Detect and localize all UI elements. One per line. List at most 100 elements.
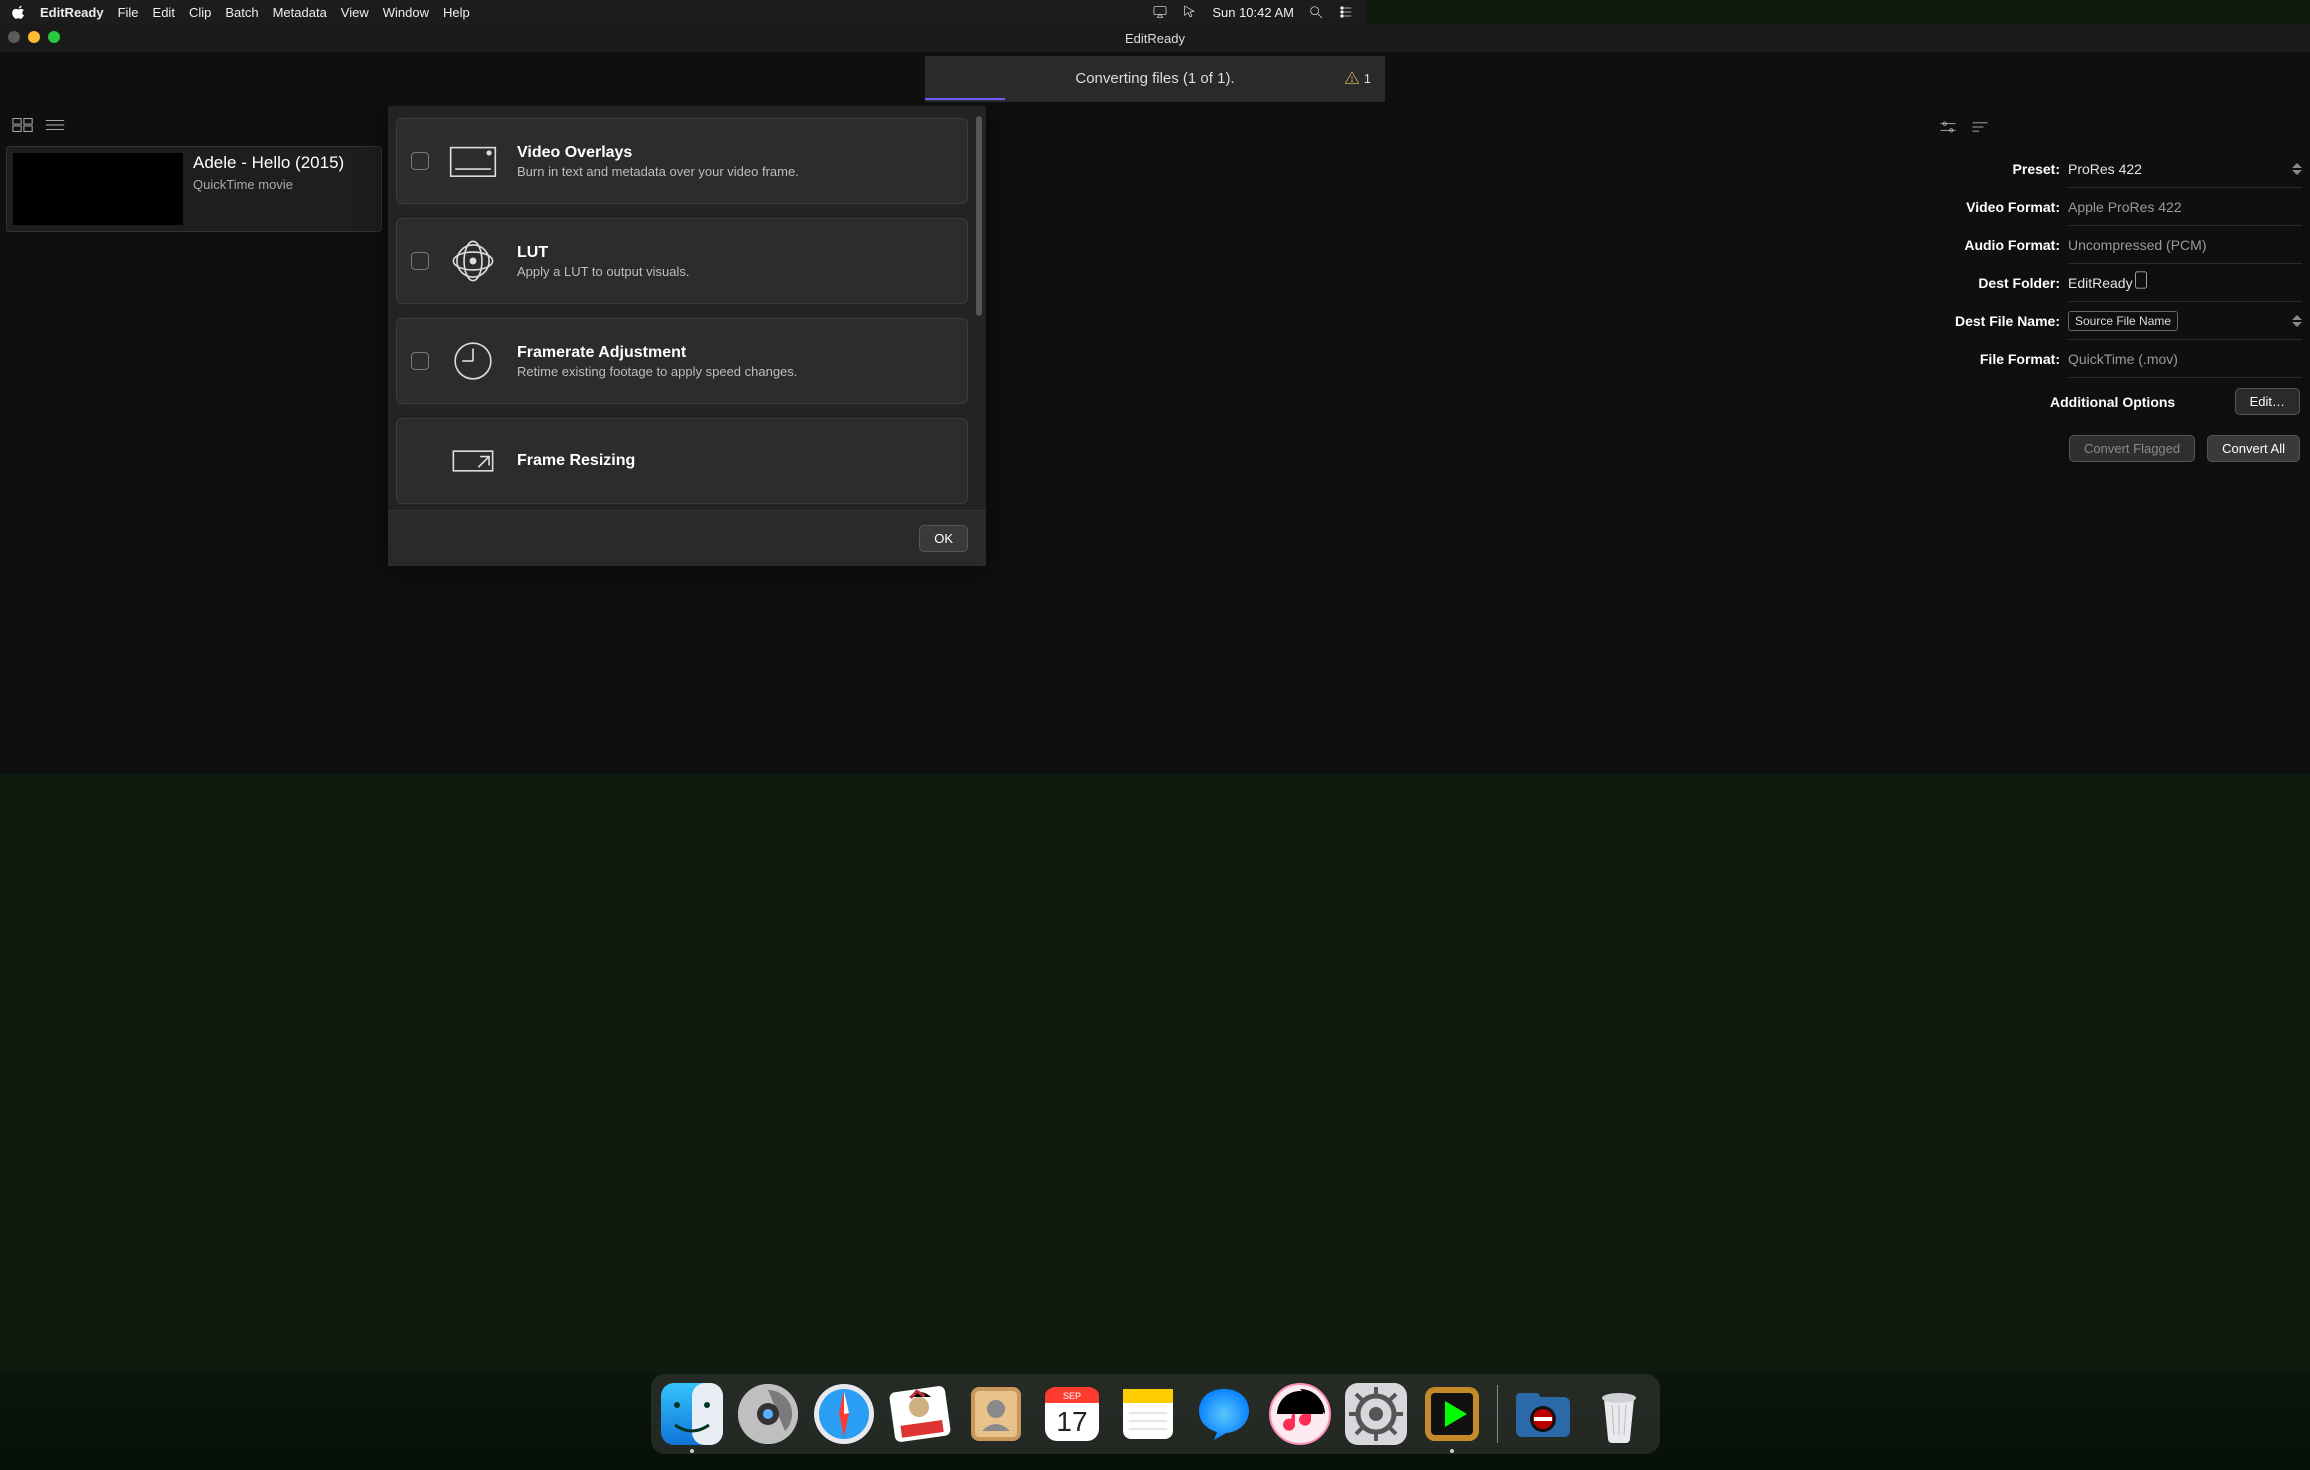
clip-thumbnail bbox=[13, 153, 183, 225]
file-format-label: File Format: bbox=[1938, 351, 2068, 367]
clip-item[interactable]: Adele - Hello (2015) QuickTime movie bbox=[6, 146, 382, 232]
additional-options-label: Additional Options bbox=[2050, 394, 2175, 410]
option-checkbox[interactable] bbox=[411, 352, 429, 370]
filter-icon[interactable] bbox=[1938, 119, 1958, 140]
audio-format-select[interactable]: Uncompressed (PCM) bbox=[2068, 226, 2302, 264]
pointer-icon[interactable] bbox=[1182, 4, 1198, 20]
clip-list-panel: Adele - Hello (2015) QuickTime movie bbox=[0, 106, 388, 774]
option-framerate[interactable]: Framerate Adjustment Retime existing foo… bbox=[396, 318, 968, 404]
dock-trash[interactable] bbox=[1588, 1383, 1650, 1445]
dock-calendar[interactable]: SEP 17 bbox=[1041, 1383, 1103, 1445]
conversion-warning-badge[interactable]: 1 bbox=[1344, 70, 1371, 86]
view-list-icon[interactable] bbox=[44, 117, 66, 138]
dock-editready[interactable] bbox=[1421, 1383, 1483, 1445]
running-indicator bbox=[1450, 1449, 1454, 1453]
option-frame-resizing[interactable]: Frame Resizing bbox=[396, 418, 968, 504]
clip-subtitle: QuickTime movie bbox=[193, 177, 344, 192]
clock-icon bbox=[447, 337, 499, 385]
preset-label: Preset: bbox=[1938, 161, 2068, 177]
view-grid-icon[interactable] bbox=[12, 117, 34, 138]
menubar-clock[interactable]: Sun 10:42 AM bbox=[1212, 5, 1294, 20]
menu-edit[interactable]: Edit bbox=[153, 5, 175, 20]
convert-flagged-button[interactable]: Convert Flagged bbox=[2069, 435, 2195, 462]
menu-metadata[interactable]: Metadata bbox=[273, 5, 327, 20]
option-title: LUT bbox=[517, 244, 689, 262]
conversion-status-tab[interactable]: Converting files (1 of 1). 1 bbox=[925, 56, 1385, 102]
window-zoom-button[interactable] bbox=[48, 31, 60, 43]
dest-folder-label: Dest Folder: bbox=[1938, 275, 2068, 291]
option-checkbox[interactable] bbox=[411, 252, 429, 270]
dock-launchpad[interactable] bbox=[737, 1383, 799, 1445]
dock-folder-app[interactable] bbox=[1512, 1383, 1574, 1445]
lut-icon bbox=[447, 237, 499, 285]
stepper-icon bbox=[2292, 163, 2302, 175]
dock-finder[interactable] bbox=[661, 1383, 723, 1445]
preset-value: ProRes 422 bbox=[2068, 161, 2142, 177]
app-window: EditReady Converting files (1 of 1). 1 bbox=[0, 24, 2310, 774]
option-title: Framerate Adjustment bbox=[517, 344, 797, 362]
device-icon bbox=[2133, 270, 2149, 295]
file-format-select[interactable]: QuickTime (.mov) bbox=[2068, 340, 2302, 378]
svg-text:17: 17 bbox=[1056, 1406, 1087, 1437]
option-lut[interactable]: LUT Apply a LUT to output visuals. bbox=[396, 218, 968, 304]
modal-scrollbar[interactable] bbox=[976, 116, 982, 316]
video-overlay-icon bbox=[447, 137, 499, 185]
sort-icon[interactable] bbox=[1970, 119, 1990, 140]
stepper-icon bbox=[2292, 315, 2302, 327]
macos-dock: SEP 17 bbox=[651, 1374, 1660, 1454]
apple-logo-icon[interactable] bbox=[12, 5, 26, 19]
dest-folder-field[interactable]: EditReady bbox=[2068, 264, 2302, 302]
settings-panel: Preset: ProRes 422 Video Format: Apple P… bbox=[1930, 106, 2310, 774]
menu-help[interactable]: Help bbox=[443, 5, 470, 20]
window-minimize-button[interactable] bbox=[28, 31, 40, 43]
audio-format-value: Uncompressed (PCM) bbox=[2068, 237, 2206, 253]
dock-safari[interactable] bbox=[813, 1383, 875, 1445]
video-format-label: Video Format: bbox=[1938, 199, 2068, 215]
conversion-status-text: Converting files (1 of 1). bbox=[1075, 70, 1234, 87]
option-desc: Apply a LUT to output visuals. bbox=[517, 264, 689, 279]
option-title: Frame Resizing bbox=[517, 452, 635, 470]
macos-menubar: EditReady File Edit Clip Batch Metadata … bbox=[0, 0, 1366, 24]
dock-mail[interactable] bbox=[889, 1383, 951, 1445]
ok-button[interactable]: OK bbox=[919, 525, 968, 552]
window-close-button[interactable] bbox=[8, 31, 20, 43]
dock-notes[interactable] bbox=[1117, 1383, 1179, 1445]
desktop-background: SEP 17 bbox=[0, 1374, 2310, 1470]
option-desc: Retime existing footage to apply speed c… bbox=[517, 364, 797, 379]
window-titlebar: EditReady bbox=[0, 24, 2310, 52]
clip-title: Adele - Hello (2015) bbox=[193, 153, 344, 173]
video-format-value: Apple ProRes 422 bbox=[2068, 199, 2182, 215]
dock-system-settings[interactable] bbox=[1345, 1383, 1407, 1445]
control-center-icon[interactable] bbox=[1338, 4, 1354, 20]
menubar-app-name[interactable]: EditReady bbox=[40, 5, 104, 20]
additional-options-modal: Video Overlays Burn in text and metadata… bbox=[388, 106, 986, 566]
dock-contacts[interactable] bbox=[965, 1383, 1027, 1445]
menu-file[interactable]: File bbox=[118, 5, 139, 20]
menu-window[interactable]: Window bbox=[383, 5, 429, 20]
option-title: Video Overlays bbox=[517, 144, 799, 162]
video-format-select[interactable]: Apple ProRes 422 bbox=[2068, 188, 2302, 226]
audio-format-label: Audio Format: bbox=[1938, 237, 2068, 253]
menu-clip[interactable]: Clip bbox=[189, 5, 211, 20]
dock-separator bbox=[1497, 1385, 1498, 1443]
svg-text:SEP: SEP bbox=[1062, 1391, 1080, 1401]
dest-filename-chip[interactable]: Source File Name bbox=[2068, 311, 2178, 331]
option-video-overlays[interactable]: Video Overlays Burn in text and metadata… bbox=[396, 118, 968, 204]
dest-folder-value: EditReady bbox=[2068, 275, 2133, 291]
preset-select[interactable]: ProRes 422 bbox=[2068, 150, 2302, 188]
window-title: EditReady bbox=[1125, 31, 1185, 46]
warning-count: 1 bbox=[1364, 71, 1371, 86]
dock-music[interactable] bbox=[1269, 1383, 1331, 1445]
file-format-value: QuickTime (.mov) bbox=[2068, 351, 2178, 367]
menu-batch[interactable]: Batch bbox=[225, 5, 258, 20]
dest-filename-field[interactable]: Source File Name bbox=[2068, 302, 2302, 340]
search-icon[interactable] bbox=[1308, 4, 1324, 20]
option-checkbox[interactable] bbox=[411, 152, 429, 170]
menu-view[interactable]: View bbox=[341, 5, 369, 20]
edit-options-button[interactable]: Edit… bbox=[2235, 388, 2300, 415]
dock-messages[interactable] bbox=[1193, 1383, 1255, 1445]
airplay-icon[interactable] bbox=[1152, 4, 1168, 20]
convert-all-button[interactable]: Convert All bbox=[2207, 435, 2300, 462]
resize-icon bbox=[447, 437, 499, 485]
option-desc: Burn in text and metadata over your vide… bbox=[517, 164, 799, 179]
